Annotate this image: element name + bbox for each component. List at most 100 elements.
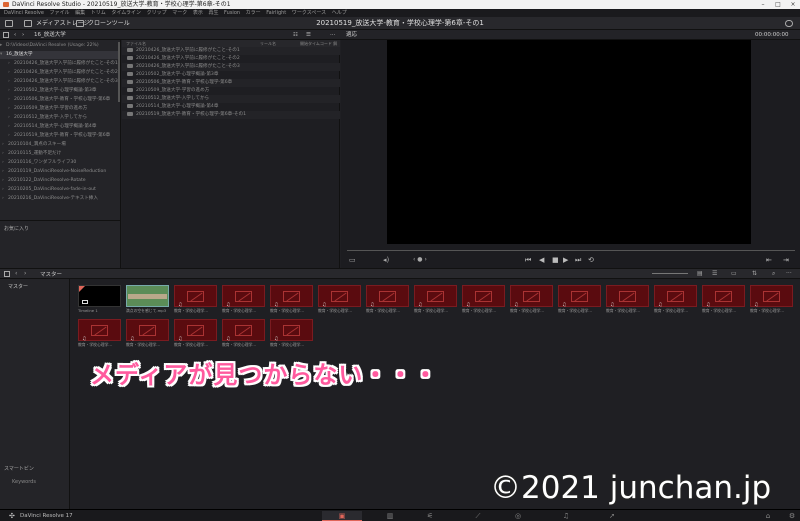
clip-missing[interactable]: ♫ 教育・学校心理学... <box>174 285 217 315</box>
search-icon[interactable]: ⌕ <box>772 270 775 278</box>
file-row[interactable]: 20210426_放送大学入学前に履修がたこと-その1 <box>122 47 340 55</box>
scrubber-bar[interactable] <box>347 250 795 251</box>
smart-bin-keywords[interactable]: Keywords <box>12 479 36 485</box>
more-options-icon[interactable]: ··· <box>786 270 792 277</box>
go-to-end-icon[interactable]: ⏭ <box>575 256 581 265</box>
tree-item[interactable]: › 20210115_運動不足だけ <box>0 150 120 158</box>
tree-item[interactable]: › 20210122_DaVinciResolve-Rotate <box>0 177 120 185</box>
thumbnail-view-icon[interactable]: ▭ <box>731 270 737 277</box>
tree-item[interactable]: › 20210502_放送大学-心理学概論-第3章 <box>0 87 120 95</box>
menu-item[interactable]: トリム <box>91 10 106 16</box>
clip-missing[interactable]: ♫ 教育・学校心理学... <box>462 285 505 315</box>
source-viewer[interactable] <box>387 40 751 244</box>
page-color-icon[interactable]: ◎ <box>498 511 538 521</box>
menu-item[interactable]: 編集 <box>75 10 85 16</box>
menu-item[interactable]: DaVinci Resolve <box>4 10 44 16</box>
maximize-icon[interactable]: □ <box>771 0 785 9</box>
clip-missing[interactable]: ♫ 教育・学校心理学... <box>270 319 313 349</box>
tree-item[interactable]: › 20210119_DaVinciResolve-NoiseReduction <box>0 168 120 176</box>
list-view-icon[interactable]: ☷ <box>293 30 298 40</box>
tree-item[interactable]: › 20210205_DaVinciResolve-fade-in-out <box>0 186 120 194</box>
file-row[interactable]: 20210514_放送大学-心理学概論-第4章 <box>122 103 340 111</box>
menu-item[interactable]: ヘルプ <box>332 10 347 16</box>
page-edit-icon[interactable]: ⚟ <box>410 511 450 521</box>
mark-out-icon[interactable]: ⇥ <box>783 256 789 264</box>
tree-item[interactable]: › 20210506_放送大学-教育・学校心理学-第6章 <box>0 96 120 104</box>
clip-timeline[interactable]: Timeline 1 <box>78 285 121 315</box>
tree-scrollbar[interactable] <box>118 42 120 102</box>
tree-item[interactable]: › 20210426_放送大学入学前に履修がたこと-その3 <box>0 78 120 86</box>
settings-icon[interactable]: ⚙ <box>772 511 800 521</box>
clip-missing[interactable]: ♫ 教育・学校心理学... <box>750 285 793 315</box>
tree-item[interactable]: › 20210104_満点のスキー場 <box>0 141 120 149</box>
tree-item[interactable]: › 20210519_放送大学-教育・学校心理学-第6章 <box>0 132 120 140</box>
menu-item[interactable]: ファイル <box>50 10 70 16</box>
file-row[interactable]: 20210426_放送大学入学前に履修がたこと-その2 <box>122 55 340 63</box>
menu-item[interactable]: 再生 <box>208 10 218 16</box>
clip-missing[interactable]: ♫ 教育・学校心理学... <box>78 319 121 349</box>
tree-root[interactable]: ▸ D:\Videos\DaVinci Resolve (Usage: 22%) <box>0 42 120 50</box>
bin-list-toggle-icon[interactable] <box>4 271 10 277</box>
clip-missing[interactable]: ♫ 教育・学校心理学... <box>654 285 697 315</box>
loop-icon[interactable]: ⟲ <box>588 256 594 264</box>
clip-missing[interactable]: ♫ 教育・学校心理学... <box>558 285 601 315</box>
clip-audio[interactable]: 満点の空を感じて.mp3 <box>126 285 169 315</box>
menu-item[interactable]: 表示 <box>193 10 203 16</box>
audio-meter-icon[interactable] <box>785 20 793 27</box>
nav-forward-icon[interactable]: › <box>22 30 24 40</box>
menu-item[interactable]: Fusion <box>224 10 240 16</box>
col-filename[interactable]: ファイル名 <box>126 40 146 47</box>
page-cut-icon[interactable]: ▥ <box>370 511 410 521</box>
clip-missing[interactable]: ♫ 教育・学校心理学... <box>222 285 265 315</box>
menu-item[interactable]: タイムライン <box>111 10 141 16</box>
list-view-icon[interactable]: ☰ <box>712 270 717 277</box>
clip-missing[interactable]: ♫ 教育・学校心理学... <box>126 319 169 349</box>
tree-item[interactable]: › 20210509_放送大学-学習の進め方 <box>0 105 120 113</box>
menu-item[interactable]: ワークスペース <box>292 10 326 16</box>
sort-icon[interactable]: ⇅ <box>752 270 757 277</box>
page-media-icon[interactable]: ▣ <box>322 511 362 521</box>
clip-missing[interactable]: ♫ 教育・学校心理学... <box>318 285 361 315</box>
clip-missing[interactable]: ♫ 教育・学校心理学... <box>414 285 457 315</box>
page-fusion-icon[interactable]: ⟋ <box>458 511 498 521</box>
jog-control[interactable]: ‹ ● › <box>413 256 427 263</box>
tree-item-selected[interactable]: ▾ 16_放送大学 <box>0 51 120 59</box>
file-row[interactable]: 20210502_放送大学-心理学概論-第3章 <box>122 71 340 79</box>
menu-item[interactable]: マーク <box>172 10 187 16</box>
file-row[interactable]: 20210426_放送大学入学前に履修がたこと-その3 <box>122 63 340 71</box>
file-row[interactable]: 20210509_放送大学-学習の進め方 <box>122 87 340 95</box>
nav-back-icon[interactable]: ‹ <box>14 30 16 40</box>
col-reel[interactable]: リール名 <box>260 40 276 47</box>
clone-tool-icon[interactable] <box>76 20 84 27</box>
play-reverse-icon[interactable]: ◀ <box>539 256 544 264</box>
panel-toggle-icon[interactable] <box>5 20 13 27</box>
stop-icon[interactable]: ■ <box>552 256 559 264</box>
nav-forward-icon[interactable]: › <box>24 270 26 277</box>
play-icon[interactable]: ▶ <box>563 256 568 264</box>
bin-master[interactable]: マスター <box>8 283 28 290</box>
nav-back-icon[interactable]: ‹ <box>15 270 17 277</box>
minimize-icon[interactable]: – <box>756 0 770 9</box>
clip-missing[interactable]: ♫ 教育・学校心理学... <box>366 285 409 315</box>
clone-tool-button[interactable]: クローンツール <box>88 17 130 30</box>
close-icon[interactable]: × <box>786 0 800 9</box>
tree-item[interactable]: › 20210116_ワンダフルライフ30 <box>0 159 120 167</box>
grid-view-icon[interactable]: ☰ <box>306 30 311 40</box>
tree-item[interactable]: › 20210216_DaVinciResolve-テキスト挿入 <box>0 195 120 203</box>
volume-icon[interactable]: ◂) <box>383 256 389 264</box>
menu-item[interactable]: クリップ <box>147 10 167 16</box>
clip-missing[interactable]: ♫ 教育・学校心理学... <box>174 319 217 349</box>
tree-item[interactable]: › 20210426_放送大学入学前に履修がたこと-その1 <box>0 60 120 68</box>
file-row[interactable]: 20210512_放送大学-入学してから <box>122 95 340 103</box>
clip-missing[interactable]: ♫ 教育・学校心理学... <box>222 319 265 349</box>
page-deliver-icon[interactable]: ➚ <box>592 511 632 521</box>
tree-item[interactable]: › 20210514_放送大学-心理学概論-第4章 <box>0 123 120 131</box>
more-options-icon[interactable]: ··· <box>330 30 335 40</box>
clip-missing[interactable]: ♫ 教育・学校心理学... <box>510 285 553 315</box>
tree-item[interactable]: › 20210512_放送大学-入学してから <box>0 114 120 122</box>
thumbnail-size-slider[interactable] <box>652 273 688 274</box>
sidebar-toggle-icon[interactable] <box>3 32 9 38</box>
metadata-view-icon[interactable]: ▤ <box>697 270 703 277</box>
clip-missing[interactable]: ♫ 教育・学校心理学... <box>702 285 745 315</box>
go-to-start-icon[interactable]: ⏮ <box>525 256 531 265</box>
